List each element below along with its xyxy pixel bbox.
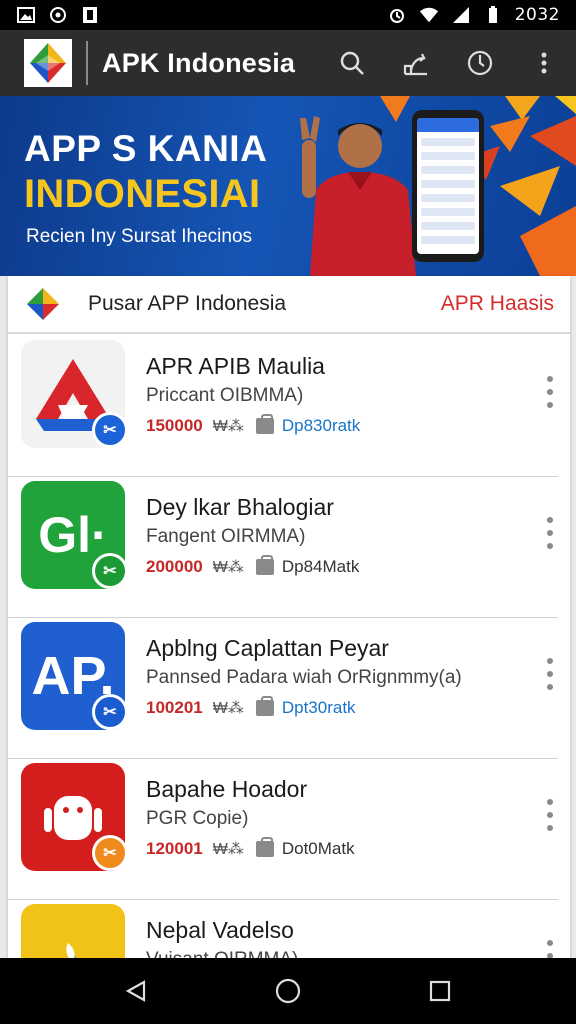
app-list: ✂ APR APIB Maulia Priccant OIBMMA) 15000…: [8, 336, 570, 1024]
app-meta: 120001 ₩⁂ Dot0Matk: [146, 837, 355, 859]
app-subtitle: Priccant OIBMMA): [146, 385, 304, 406]
app-size: Dp830ratk: [281, 416, 361, 435]
signal-icon: [451, 6, 471, 24]
person-illustration: [300, 116, 416, 276]
search-icon[interactable]: [334, 45, 370, 81]
app-name: Bapahe Hoador: [146, 776, 308, 802]
phone-illustration: [412, 110, 484, 262]
app-size: Dp84Matk: [281, 557, 360, 576]
item-more-icon[interactable]: [546, 658, 554, 690]
list-item[interactable]: ✂ APR APIB Maulia Priccant OIBMMA) 15000…: [8, 336, 558, 477]
size-bag-icon: [255, 414, 274, 434]
apk-logo-icon: [30, 43, 66, 83]
list-item[interactable]: ✂ Bapahe Hoador PGR Copie) 120001 ₩⁂ Dot…: [8, 759, 558, 900]
wifi-icon: [419, 6, 439, 24]
recents-icon[interactable]: [420, 971, 460, 1011]
share-icon[interactable]: [398, 45, 434, 81]
app-bar-divider: [86, 41, 88, 85]
banner-subtitle: INDONESIAI: [24, 172, 261, 216]
card-header: Pusar APP Indonesia APR Haasis: [8, 276, 570, 334]
app-name: Apblng Caplattan Peyar: [146, 635, 389, 661]
size-bag-icon: [255, 555, 274, 575]
alarm-icon: [387, 6, 407, 24]
status-time: 2032: [514, 5, 560, 25]
app-size: Dot0Matk: [281, 839, 355, 858]
rating-glyph: ₩⁂: [212, 841, 244, 858]
tools-badge-icon: ✂: [92, 694, 128, 730]
app-meta: 200000 ₩⁂ Dp84Matk: [146, 555, 360, 577]
list-item[interactable]: Gl· ✂ Dey lkar Bhalogiar Fangent OIRMMA)…: [8, 477, 558, 618]
app-meta: 150000 ₩⁂ Dp830ratk: [146, 414, 361, 436]
image-icon: [16, 6, 36, 24]
app-subtitle: Pannsed Padara wiah OrRignmmy(a): [146, 667, 462, 688]
timer-icon[interactable]: [462, 45, 498, 81]
app-logo[interactable]: [24, 39, 72, 87]
item-more-icon[interactable]: [546, 376, 554, 408]
tools-badge-icon: ✂: [92, 412, 128, 448]
card-title: Pusar APP Indonesia: [88, 292, 287, 315]
card-action-link[interactable]: APR Haasis: [441, 292, 554, 316]
more-vertical-icon[interactable]: [526, 45, 562, 81]
item-more-icon[interactable]: [546, 799, 554, 831]
size-bag-icon: [255, 837, 274, 857]
size-bag-icon: [255, 696, 274, 716]
navigation-bar: [0, 958, 576, 1024]
item-more-icon[interactable]: [546, 517, 554, 549]
banner-caption: Recien Iny Sursat Ihecinos: [26, 226, 253, 247]
app-subtitle: Fangent OIRMMA): [146, 526, 306, 547]
back-icon[interactable]: [116, 971, 156, 1011]
download-count: 120001: [146, 839, 203, 858]
list-item[interactable]: AP. ✂ Apblng Caplattan Peyar Pannsed Pad…: [8, 618, 558, 759]
app-subtitle: PGR Copie): [146, 808, 249, 829]
status-bar: 2032: [0, 0, 576, 30]
app-meta: 100201 ₩⁂ Dpt30ratk: [146, 696, 356, 718]
download-count: 100201: [146, 698, 203, 717]
app-bar: APK Indonesia: [0, 30, 576, 96]
card-logo-icon: [22, 283, 64, 325]
app-size: Dpt30ratk: [281, 698, 356, 717]
banner-title: APP S KANIA: [24, 128, 268, 169]
tools-badge-icon: ✂: [92, 835, 128, 871]
app-list-card: Pusar APP Indonesia APR Haasis ✂ APR API…: [8, 276, 570, 1012]
rating-glyph: ₩⁂: [212, 700, 244, 717]
battery-icon: [483, 6, 503, 24]
screen: 2032 APK Indonesia APP S KANIA INDONESIA…: [0, 0, 576, 1024]
app-name: Dey lkar Bhalogiar: [146, 494, 334, 520]
download-count: 200000: [146, 557, 203, 576]
settings-icon: [48, 6, 68, 24]
tools-badge-icon: ✂: [92, 553, 128, 589]
home-icon[interactable]: [268, 971, 308, 1011]
rating-glyph: ₩⁂: [212, 418, 244, 435]
promo-banner[interactable]: APP S KANIA INDONESIAI Recien Iny Sursat…: [0, 96, 576, 276]
notification-icon: [80, 6, 100, 24]
download-count: 150000: [146, 416, 203, 435]
app-title: APK Indonesia: [102, 47, 296, 78]
rating-glyph: ₩⁂: [212, 559, 244, 576]
app-name: APR APIB Maulia: [146, 353, 325, 379]
app-name: Neþal Vadelso: [146, 917, 294, 943]
